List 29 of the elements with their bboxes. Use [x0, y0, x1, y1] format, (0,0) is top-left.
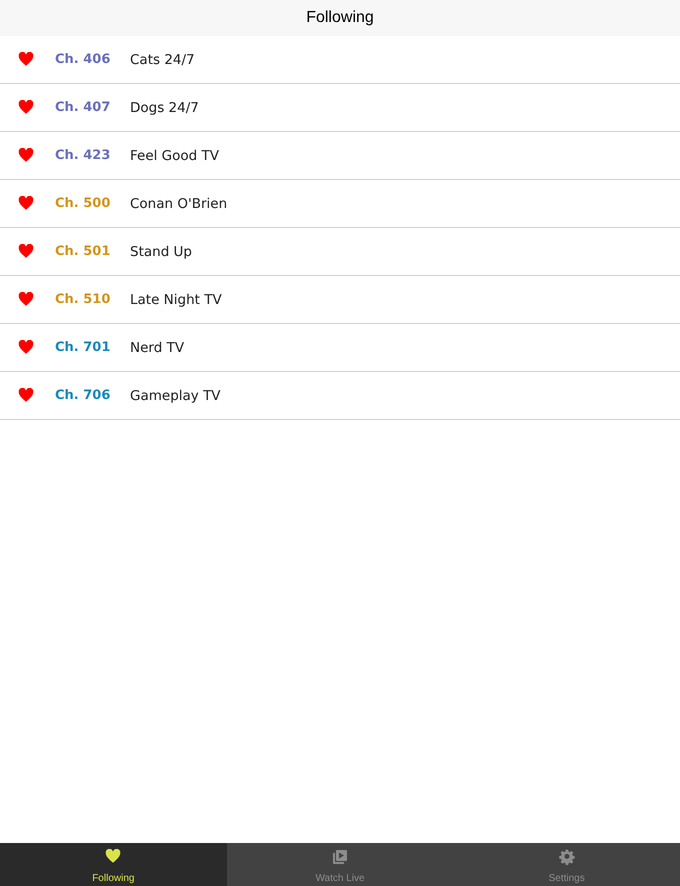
channel-name: Gameplay TV — [130, 388, 221, 404]
channel-number: Ch. 510 — [55, 292, 112, 307]
channel-row[interactable]: Ch. 510 Late Night TV — [0, 276, 680, 324]
channel-name: Stand Up — [130, 244, 192, 260]
page-title: Following — [306, 9, 374, 27]
tab[interactable]: Following — [0, 843, 227, 886]
channel-row[interactable]: Ch. 406 Cats 24/7 — [0, 36, 680, 84]
channel-number: Ch. 701 — [55, 340, 112, 355]
channel-number: Ch. 501 — [55, 244, 112, 259]
channel-name: Feel Good TV — [130, 148, 220, 164]
channel-number: Ch. 423 — [55, 148, 112, 163]
channel-name: Nerd TV — [130, 340, 184, 356]
channel-row[interactable]: Ch. 706 Gameplay TV — [0, 372, 680, 420]
channel-number: Ch. 406 — [55, 52, 112, 67]
channel-number: Ch. 706 — [55, 388, 112, 403]
channel-row[interactable]: Ch. 500 Conan O'Brien — [0, 180, 680, 228]
channel-row[interactable]: Ch. 423 Feel Good TV — [0, 132, 680, 180]
channel-number: Ch. 407 — [55, 100, 112, 115]
channel-name: Late Night TV — [130, 292, 222, 308]
video-stack-icon — [332, 849, 348, 865]
settings-icon — [558, 849, 575, 865]
channel-row[interactable]: Ch. 501 Stand Up — [0, 228, 680, 276]
channel-row[interactable]: Ch. 701 Nerd TV — [0, 324, 680, 372]
channel-name: Cats 24/7 — [130, 52, 195, 68]
channel-row[interactable]: Ch. 407 Dogs 24/7 — [0, 84, 680, 132]
channel-name: Dogs 24/7 — [130, 100, 199, 116]
channel-number: Ch. 500 — [55, 196, 112, 211]
channel-name: Conan O'Brien — [130, 196, 228, 212]
heart-icon — [105, 849, 122, 864]
